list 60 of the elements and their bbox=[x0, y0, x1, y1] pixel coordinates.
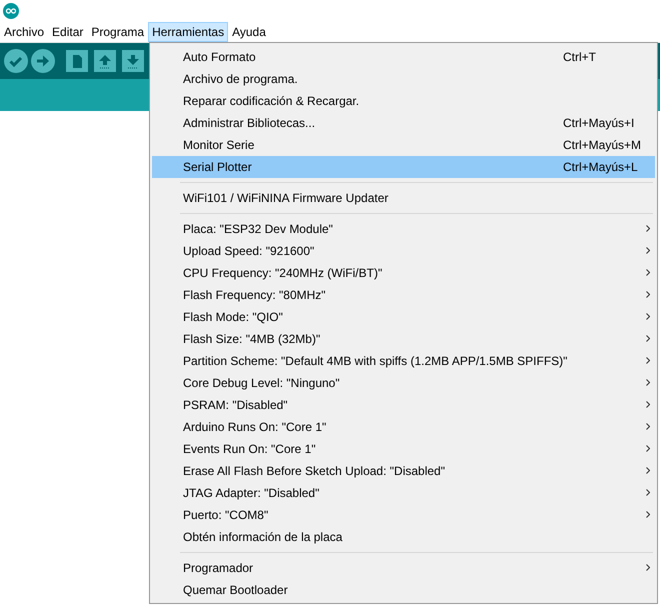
menu-option[interactable]: Flash Mode: "QIO" bbox=[152, 306, 655, 328]
menu-item[interactable]: Editar bbox=[48, 22, 88, 42]
option-label: Arduino Runs On: "Core 1" bbox=[183, 420, 326, 434]
menu-item[interactable]: Archivo bbox=[0, 22, 48, 42]
menu-option[interactable]: PSRAM: "Disabled" bbox=[152, 394, 655, 416]
menu-option[interactable]: Obtén información de la placa bbox=[152, 526, 655, 548]
menu-item[interactable]: Herramientas bbox=[148, 22, 228, 42]
option-label: Administrar Bibliotecas... bbox=[183, 116, 316, 130]
option-label: JTAG Adapter: "Disabled" bbox=[183, 486, 320, 500]
option-label: Flash Frequency: "80MHz" bbox=[183, 288, 326, 302]
menu-item[interactable]: Ayuda bbox=[228, 22, 270, 42]
option-label: Archivo de programa. bbox=[183, 72, 298, 86]
option-label: Placa: "ESP32 Dev Module" bbox=[183, 222, 333, 236]
menu-option[interactable]: Monitor Serie Ctrl+Mayús+M bbox=[152, 134, 655, 156]
menu-option[interactable]: Archivo de programa. bbox=[152, 68, 655, 90]
option-label: Upload Speed: "921600" bbox=[183, 244, 314, 258]
menu-option[interactable]: Core Debug Level: "Ninguno" bbox=[152, 372, 655, 394]
menu-option[interactable]: Quemar Bootloader bbox=[152, 579, 655, 601]
option-label: Serial Plotter bbox=[183, 160, 252, 174]
app-logo-icon bbox=[3, 3, 19, 19]
menu-option[interactable]: Auto Formato Ctrl+T bbox=[152, 46, 655, 68]
option-label: Events Run On: "Core 1" bbox=[183, 442, 316, 456]
option-label: Monitor Serie bbox=[183, 138, 254, 152]
option-label: Core Debug Level: "Ninguno" bbox=[183, 376, 340, 390]
menu-option[interactable]: Upload Speed: "921600" bbox=[152, 240, 655, 262]
shortcut-label: Ctrl+T bbox=[563, 50, 596, 64]
menu-option[interactable]: Puerto: "COM8" bbox=[152, 504, 655, 526]
option-label: CPU Frequency: "240MHz (WiFi/BT)" bbox=[183, 266, 382, 280]
menu-option[interactable]: WiFi101 / WiFiNINA Firmware Updater bbox=[152, 187, 655, 209]
shortcut-label: Ctrl+Mayús+L bbox=[563, 160, 638, 174]
menu-option[interactable]: Programador bbox=[152, 557, 655, 579]
menu-option[interactable]: Serial Plotter Ctrl+Mayús+L bbox=[152, 156, 655, 178]
option-label: Flash Mode: "QIO" bbox=[183, 310, 283, 324]
option-label: Flash Size: "4MB (32Mb)" bbox=[183, 332, 320, 346]
option-label: Quemar Bootloader bbox=[183, 583, 288, 597]
menu-option[interactable]: CPU Frequency: "240MHz (WiFi/BT)" bbox=[152, 262, 655, 284]
menu-option[interactable]: Events Run On: "Core 1" bbox=[152, 438, 655, 460]
menu-option[interactable]: Flash Frequency: "80MHz" bbox=[152, 284, 655, 306]
menu-option[interactable]: JTAG Adapter: "Disabled" bbox=[152, 482, 655, 504]
menu-item[interactable]: Programa bbox=[87, 22, 148, 42]
menu-option[interactable]: Arduino Runs On: "Core 1" bbox=[152, 416, 655, 438]
option-label: Puerto: "COM8" bbox=[183, 508, 268, 522]
option-label: Reparar codificación & Recargar. bbox=[183, 94, 360, 108]
menu-option[interactable]: Reparar codificación & Recargar. bbox=[152, 90, 655, 112]
option-label: Auto Formato bbox=[183, 50, 256, 64]
option-label: PSRAM: "Disabled" bbox=[183, 398, 288, 412]
new-file-icon[interactable] bbox=[66, 50, 88, 72]
verify-icon[interactable] bbox=[4, 49, 28, 73]
shortcut-label: Ctrl+Mayús+I bbox=[563, 116, 634, 130]
menu-option[interactable]: Placa: "ESP32 Dev Module" bbox=[152, 218, 655, 240]
menu-option[interactable]: Flash Size: "4MB (32Mb)" bbox=[152, 328, 655, 350]
shortcut-label: Ctrl+Mayús+M bbox=[563, 138, 642, 152]
menu-option[interactable]: Administrar Bibliotecas... Ctrl+Mayús+I bbox=[152, 112, 655, 134]
option-label: WiFi101 / WiFiNINA Firmware Updater bbox=[183, 191, 388, 205]
option-label: Partition Scheme: "Default 4MB with spiffs (1.2MB APP/1.5MB SPIFFS)" bbox=[183, 354, 568, 368]
option-label: Programador bbox=[183, 561, 254, 575]
option-label: Obtén información de la placa bbox=[183, 530, 342, 544]
menu-option[interactable]: Partition Scheme: "Default 4MB with spiffs (1.2MB APP/1.5MB SPIFFS)" bbox=[152, 350, 655, 372]
option-label: Erase All Flash Before Sketch Upload: "Disabled" bbox=[183, 464, 445, 478]
menu-option[interactable]: Erase All Flash Before Sketch Upload: "Disabled" bbox=[152, 460, 655, 482]
